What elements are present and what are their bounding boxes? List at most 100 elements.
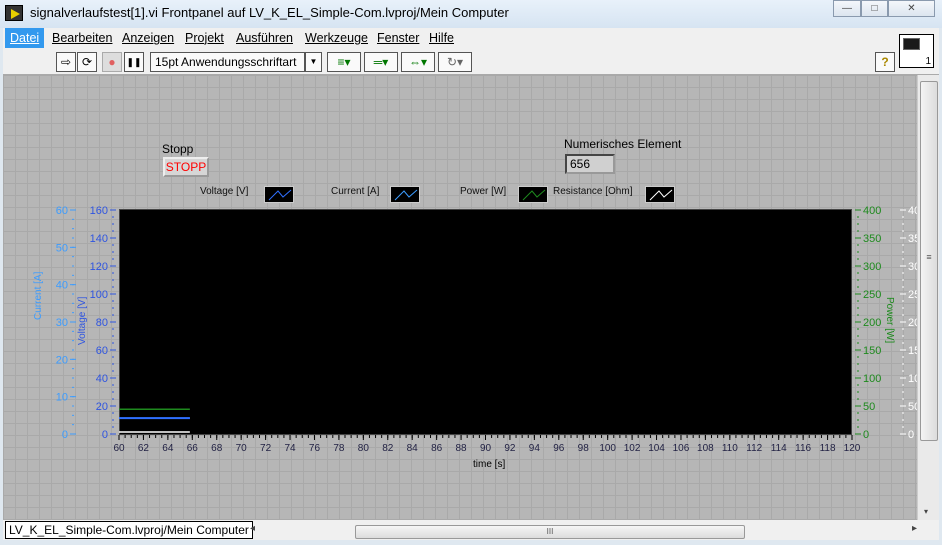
x-tick-label: 70 — [236, 443, 248, 454]
y-tick-label: 0 — [62, 429, 68, 441]
vertical-scrollbar[interactable]: ≡ ▾ — [917, 75, 939, 520]
y-tick-label: 100 — [90, 289, 108, 301]
x-tick-label: 86 — [431, 443, 443, 454]
y-tick-label: 60 — [56, 205, 68, 217]
x-tick-label: 108 — [697, 443, 714, 454]
menu-anzeigen[interactable]: Anzeigen — [117, 28, 179, 48]
y-tick-label: 10 — [908, 373, 917, 385]
x-tick-label: 76 — [309, 443, 321, 454]
menu-bearbeiten[interactable]: Bearbeiten — [47, 28, 117, 48]
vi-icon-pane[interactable]: 1 — [899, 34, 934, 68]
y-tick-label: 300 — [863, 261, 881, 273]
labview-vi-icon — [5, 5, 23, 21]
pause-button[interactable]: ❚❚ — [124, 52, 144, 72]
y-tick-label: 200 — [863, 317, 881, 329]
project-path: LV_K_EL_Simple-Com.lvproj/Mein Computer — [5, 521, 253, 539]
reorder-button[interactable]: ↻▾ — [438, 52, 472, 72]
x-tick-label: 114 — [771, 443, 787, 454]
y-tick-label: 60 — [96, 345, 108, 357]
x-tick-label: 92 — [504, 443, 516, 454]
x-tick-label: 80 — [358, 443, 370, 454]
y-tick-label: 30 — [56, 317, 68, 329]
y-tick-label: 20 — [56, 354, 68, 366]
x-tick-label: 102 — [624, 443, 641, 454]
status-bar: LV_K_EL_Simple-Com.lvproj/Mein Computer … — [3, 520, 939, 540]
y-tick-label: 15 — [908, 345, 917, 357]
y-tick-label: 0 — [908, 429, 914, 441]
voltage-axis-title: Voltage [V] — [77, 296, 88, 345]
horizontal-scroll-thumb[interactable]: III — [355, 525, 745, 539]
power-axis-title: Power [W] — [884, 297, 895, 344]
y-tick-label: 30 — [908, 261, 917, 273]
close-button[interactable]: ✕ — [888, 0, 935, 17]
x-tick-label: 98 — [578, 443, 590, 454]
run-button[interactable]: ⇨ — [56, 52, 76, 72]
x-tick-label: 60 — [113, 443, 125, 454]
x-tick-label: 116 — [795, 443, 811, 454]
menu-bar: Datei Bearbeiten Anzeigen Projekt Ausfüh… — [3, 28, 939, 68]
distribute-objects-button[interactable]: ═▾ — [364, 52, 398, 72]
x-tick-label: 78 — [333, 443, 345, 454]
y-tick-label: 50 — [863, 401, 875, 413]
menu-werkzeuge[interactable]: Werkzeuge — [300, 28, 373, 48]
horizontal-scrollbar[interactable]: ◂ III ▸ — [247, 522, 927, 539]
x-tick-label: 94 — [529, 443, 541, 454]
abort-button[interactable]: ● — [102, 52, 122, 72]
x-tick-label: 100 — [599, 443, 616, 454]
resize-objects-button[interactable]: ⇔▾ — [401, 52, 435, 72]
y-tick-label: 20 — [96, 401, 108, 413]
menu-fenster[interactable]: Fenster — [372, 28, 424, 48]
x-tick-label: 74 — [284, 443, 296, 454]
menu-ausfuehren[interactable]: Ausführen — [231, 28, 298, 48]
y-tick-label: 40 — [56, 280, 68, 292]
y-tick-label: 140 — [90, 233, 108, 245]
menu-projekt[interactable]: Projekt — [180, 28, 229, 48]
minimize-button[interactable]: — — [833, 0, 861, 17]
y-tick-label: 10 — [56, 392, 68, 404]
align-objects-button[interactable]: ≡▾ — [327, 52, 361, 72]
chart-axes: 60 62 64 66 68 70 72 74 76 78 80 82 84 86 88 90 92 94 96 98… — [56, 205, 917, 454]
y-tick-label: 40 — [908, 205, 917, 217]
y-tick-label: 80 — [96, 317, 108, 329]
y-tick-label: 25 — [908, 289, 917, 301]
y-tick-label: 40 — [96, 373, 108, 385]
scroll-right-arrow[interactable]: ▸ — [912, 523, 917, 534]
x-tick-label: 84 — [407, 443, 419, 454]
y-tick-label: 150 — [863, 345, 881, 357]
y-tick-label: 0 — [102, 429, 108, 441]
y-tick-label: 35 — [908, 233, 917, 245]
x-tick-label: 96 — [553, 443, 565, 454]
y-tick-label: 100 — [863, 373, 881, 385]
y-tick-label: 160 — [90, 205, 108, 217]
y-tick-label: 350 — [863, 233, 881, 245]
x-tick-label: 120 — [844, 443, 861, 454]
y-tick-label: 20 — [908, 317, 917, 329]
x-tick-label: 112 — [746, 443, 762, 454]
scroll-left-arrow[interactable]: ◂ — [250, 523, 255, 534]
context-help-button[interactable]: ? — [875, 52, 895, 72]
menu-hilfe[interactable]: Hilfe — [424, 28, 459, 48]
current-axis-title: Current [A] — [33, 271, 44, 320]
font-select[interactable]: 15pt Anwendungsschriftart — [150, 52, 305, 72]
x-tick-label: 68 — [211, 443, 223, 454]
y-tick-label: 50 — [56, 242, 68, 254]
y-tick-label: 120 — [90, 261, 108, 273]
time-axis-title: time [s] — [473, 459, 506, 470]
window-title: signalverlaufstest[1].vi Frontpanel auf … — [30, 5, 509, 20]
x-tick-label: 110 — [722, 443, 738, 454]
y-tick-label: 250 — [863, 289, 881, 301]
vertical-scroll-thumb[interactable]: ≡ — [920, 81, 938, 441]
maximize-button[interactable]: □ — [861, 0, 888, 17]
font-dropdown-arrow[interactable]: ▼ — [305, 52, 322, 72]
x-tick-label: 66 — [187, 443, 199, 454]
x-tick-label: 106 — [673, 443, 690, 454]
scroll-down-arrow[interactable]: ▾ — [924, 507, 928, 516]
run-continuously-button[interactable]: ⟳ — [77, 52, 97, 72]
x-tick-label: 88 — [456, 443, 468, 454]
x-tick-label: 62 — [138, 443, 150, 454]
x-tick-label: 82 — [382, 443, 394, 454]
x-tick-label: 118 — [820, 443, 836, 454]
y-tick-label: 50 — [908, 401, 917, 413]
y-tick-label: 0 — [863, 429, 869, 441]
menu-datei[interactable]: Datei — [5, 28, 45, 48]
